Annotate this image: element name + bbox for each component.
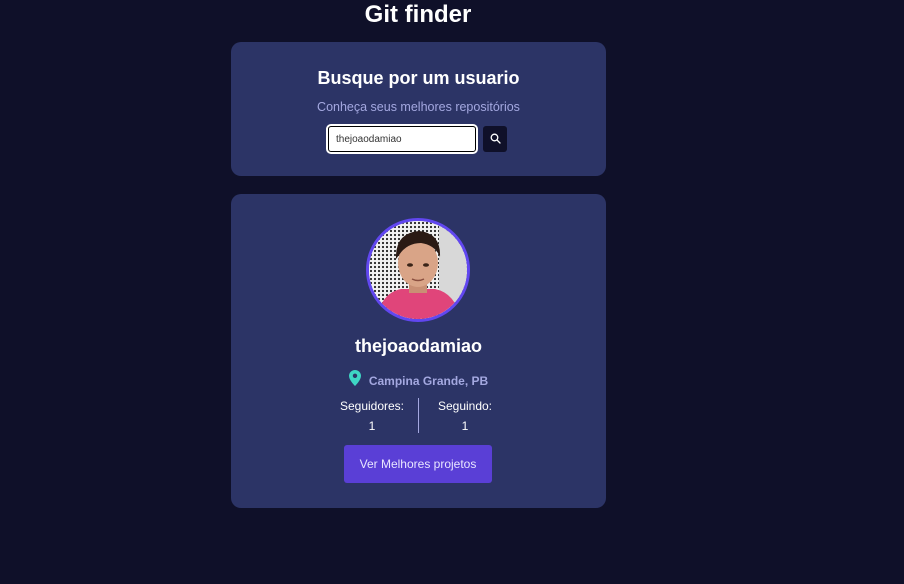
- profile-location: Campina Grande, PB: [231, 370, 606, 391]
- stats-divider: [418, 398, 419, 433]
- search-input[interactable]: [326, 124, 478, 154]
- following-stat: Seguindo: 1: [425, 398, 505, 434]
- best-projects-button[interactable]: Ver Melhores projetos: [344, 445, 492, 483]
- following-label: Seguindo:: [437, 399, 493, 413]
- app-title: Git finder: [364, 1, 472, 28]
- page: Git finder Busque por um usuario Conheça…: [0, 0, 904, 584]
- followers-label: Seguidores:: [339, 399, 405, 413]
- location-text: Campina Grande, PB: [368, 373, 489, 388]
- profile-card: thejoaodamiao Campina Grande, PB Seguido…: [231, 194, 606, 508]
- search-button[interactable]: [483, 126, 507, 152]
- following-value: 1: [461, 419, 469, 433]
- search-row: [326, 124, 507, 154]
- profile-username: thejoaodamiao: [354, 336, 483, 356]
- search-heading: Busque por um usuario: [317, 68, 520, 88]
- search-card: Busque por um usuario Conheça seus melho…: [231, 42, 606, 176]
- map-pin-icon: [348, 370, 361, 391]
- followers-stat: Seguidores: 1: [332, 398, 412, 434]
- search-icon: [490, 132, 501, 147]
- followers-value: 1: [368, 419, 376, 433]
- profile-stats: Seguidores: 1 Seguindo: 1: [231, 398, 606, 434]
- search-subtitle: Conheça seus melhores repositórios: [317, 100, 520, 114]
- avatar: [366, 218, 470, 322]
